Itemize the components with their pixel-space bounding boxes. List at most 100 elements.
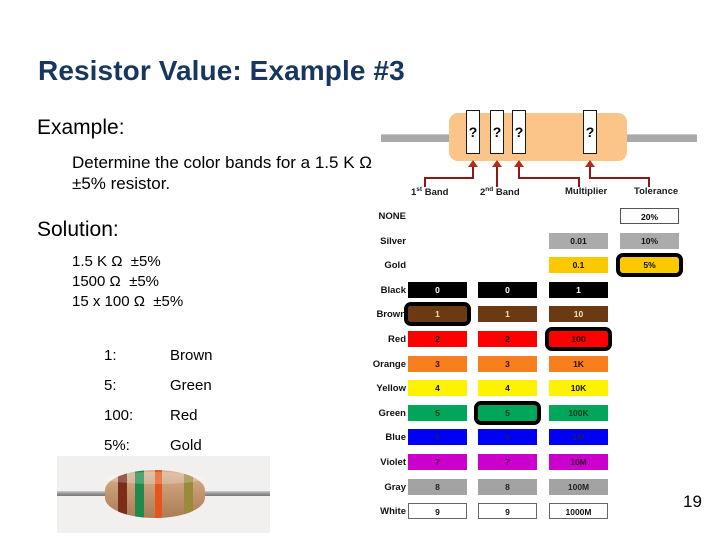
cell-band2: 0 (478, 281, 537, 298)
resistor-color-code-figure: ? ? ? ? 1st Band 2nd Band Multiplier Tol… (362, 110, 710, 530)
cell-band2: 5 (474, 400, 541, 425)
color-name-label: Orange (372, 358, 406, 370)
color-name-label: White (380, 506, 406, 518)
photo-highlight (105, 472, 205, 484)
table-row: Orange 3 3 1K (362, 353, 710, 378)
table-row: Yellow 4 4 10K (362, 377, 710, 402)
cell-multiplier: 1M (549, 429, 608, 446)
cell-multiplier: 0.01 (549, 232, 608, 249)
solution-line: 15 x 100 Ω ±5% (72, 293, 184, 310)
schematic-band-3: ? (512, 110, 526, 154)
cell-multiplier: 10 (549, 306, 608, 323)
cell-multiplier: 100 (545, 326, 612, 351)
table-row: NONE 20% (362, 205, 710, 230)
table-row: Blue 6 6 1M (362, 426, 710, 451)
solution-heading: Solution: (37, 218, 119, 241)
cell-band1: 6 (408, 429, 467, 446)
color-name-label: Violet (380, 456, 406, 468)
table-row: Black 0 0 1 (362, 279, 710, 304)
color-name-label: Gold (384, 260, 406, 272)
band-label-multiplier: Multiplier (565, 186, 608, 197)
cell-tolerance: 20% (620, 208, 679, 224)
cell-band2: 2 (478, 330, 537, 347)
cell-band1: 0 (408, 281, 467, 298)
example-body-text: Determine the color bands for a 1.5 K Ω … (72, 153, 372, 193)
cell-band1: 9 (408, 503, 467, 520)
solution-map-value: Green (170, 377, 212, 394)
schematic-lead-right (617, 134, 697, 142)
solution-line: 1.5 K Ω ±5% (72, 253, 161, 270)
leader-line-1b (424, 177, 474, 179)
color-name-label: Blue (385, 432, 406, 444)
solution-line-list: 1.5 K Ω ±5% 1500 Ω ±5% 15 x 100 Ω ±5% (72, 252, 183, 312)
schematic-band-4: ? (583, 110, 597, 154)
color-name-label: Green (378, 407, 406, 419)
example-heading: Example: (37, 116, 125, 139)
resistor-photograph (57, 456, 270, 533)
color-name-label: Yellow (376, 383, 406, 395)
cell-multiplier: 100K (549, 404, 608, 421)
cell-tolerance: 5% (616, 253, 683, 278)
solution-map-key: 5: (104, 377, 117, 394)
solution-map-key: 100: (104, 407, 134, 424)
solution-map-key: 1: (104, 347, 117, 364)
band-label-row: 1st Band 2nd Band Multiplier Tolerance (362, 186, 710, 200)
cell-multiplier: 10M (549, 453, 608, 470)
band-label-tolerance: Tolerance (634, 186, 679, 197)
cell-band1: 2 (408, 330, 467, 347)
cell-band2: 9 (478, 503, 537, 520)
cell-band2: 8 (478, 478, 537, 495)
schematic-band-2: ? (490, 110, 504, 154)
page-title: Resistor Value: Example #3 (38, 54, 405, 86)
solution-map-row: 1: Brown (104, 341, 213, 371)
cell-band1: 4 (408, 380, 467, 397)
solution-map-row: 5: Green (104, 371, 213, 401)
cell-band2: 3 (478, 355, 537, 372)
callout-arrow-3-icon (514, 160, 524, 167)
cell-multiplier: 0.1 (549, 257, 608, 274)
cell-band1: 5 (408, 404, 467, 421)
table-row: Red 2 2 100 (362, 326, 710, 353)
table-row: Violet 7 7 10M (362, 451, 710, 476)
table-row: Silver 0.01 10% (362, 230, 710, 255)
cell-band1: 3 (408, 355, 467, 372)
cell-multiplier: 1 (549, 281, 608, 298)
leader-line-3b (518, 177, 580, 179)
cell-tolerance: 10% (620, 232, 679, 249)
callout-arrow-1-icon (468, 160, 478, 167)
resistor-schematic: ? ? ? ? (362, 110, 710, 187)
callout-arrow-4-icon (585, 160, 595, 167)
color-code-table: NONE 20% Silver 0.01 10% Gold 0.1 5% Black 0 0 1 Bro… (362, 205, 710, 525)
color-name-label: Brown (376, 309, 406, 321)
table-row: Brown 1 1 10 (362, 302, 710, 328)
cell-multiplier: 100M (549, 478, 608, 495)
solution-line: 1500 Ω ±5% (72, 273, 159, 290)
color-name-label: Silver (380, 235, 406, 247)
schematic-band-1: ? (466, 110, 480, 154)
solution-map-row: 100: Red (104, 401, 213, 431)
color-name-label: Gray (384, 481, 406, 493)
cell-band2: 1 (478, 306, 537, 323)
color-name-label: Red (388, 333, 406, 345)
cell-band2: 4 (478, 380, 537, 397)
solution-map-value: Brown (170, 347, 213, 364)
solution-map-value: Red (170, 407, 198, 424)
color-name-label: Black (380, 284, 406, 296)
table-row: Gold 0.1 5% (362, 253, 710, 279)
cell-multiplier: 1K (549, 355, 608, 372)
leader-line-4b (589, 177, 650, 179)
cell-band1: 1 (404, 302, 471, 327)
solution-color-map: 1: Brown 5: Green 100: Red 5%: Gold (104, 341, 213, 461)
table-row: White 9 9 1000M (362, 500, 710, 525)
table-row: Green 5 5 100K (362, 400, 710, 427)
callout-arrow-2-icon (492, 160, 502, 167)
cell-multiplier: 10K (549, 380, 608, 397)
ordinal-suffix: nd (485, 186, 494, 193)
cell-band1: 8 (408, 478, 467, 495)
leader-line-2a (496, 167, 498, 187)
color-name-label: NONE (378, 211, 406, 222)
band-label-second: 2nd Band (480, 186, 520, 199)
table-row: Gray 8 8 100M (362, 476, 710, 501)
cell-band1: 7 (408, 453, 467, 470)
cell-band2: 7 (478, 453, 537, 470)
